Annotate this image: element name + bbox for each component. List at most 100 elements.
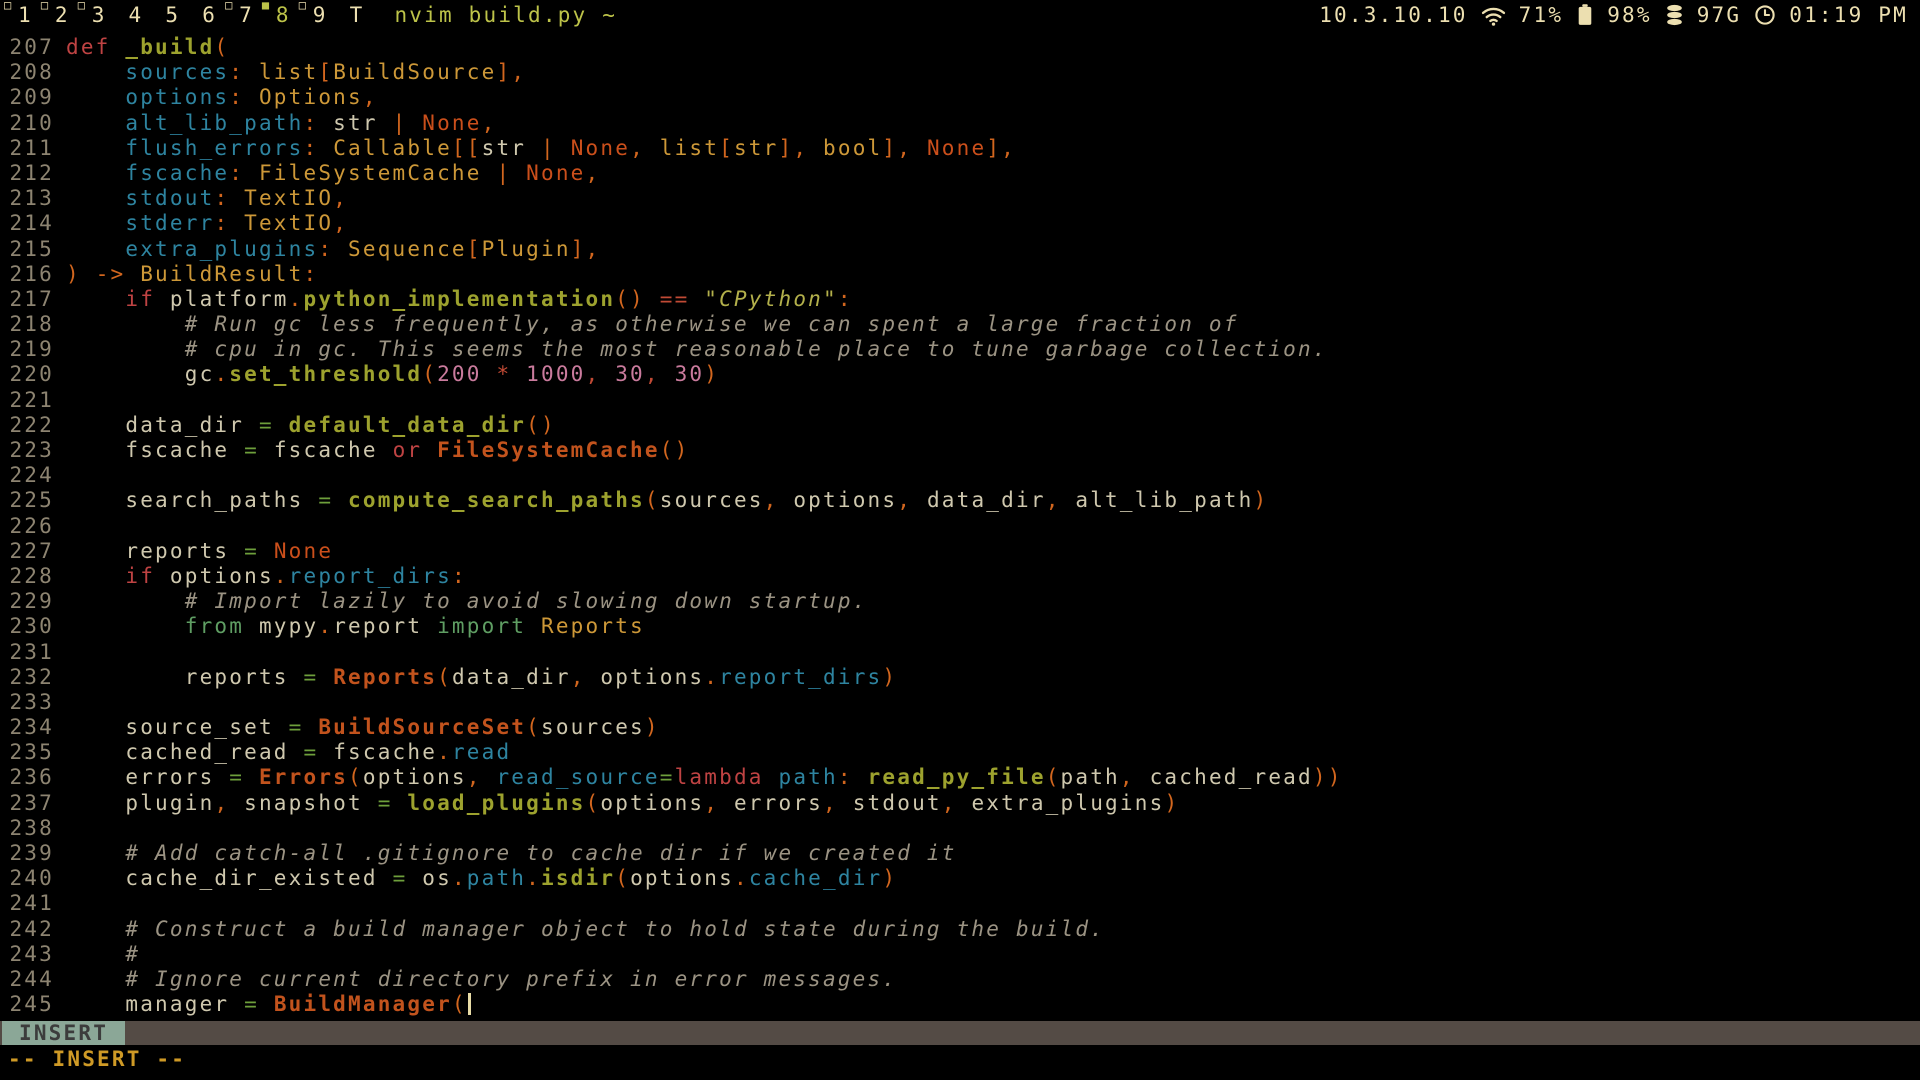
line-content: # Add catch-all .gitignore to cache dir … xyxy=(54,841,957,866)
line-content: # Run gc less frequently, as otherwise w… xyxy=(54,312,1239,337)
window-flag-icon: □ xyxy=(4,0,11,12)
line-number: 222 xyxy=(0,413,54,438)
line-content xyxy=(54,388,66,413)
line-number: 245 xyxy=(0,992,54,1017)
line-number: 243 xyxy=(0,942,54,967)
line-number: 236 xyxy=(0,765,54,790)
tmux-window-5[interactable]: 5 xyxy=(165,3,180,27)
status-time: 01:19 PM xyxy=(1789,3,1908,27)
line-content: source_set = BuildSourceSet(sources) xyxy=(54,715,660,740)
line-content: # Import lazily to avoid slowing down st… xyxy=(54,589,868,614)
line-number: 224 xyxy=(0,463,54,488)
line-content xyxy=(54,690,66,715)
code-line-245[interactable]: 245 manager = BuildManager( xyxy=(0,992,1920,1017)
code-line-214[interactable]: 214 stderr: TextIO, xyxy=(0,211,1920,236)
code-line-223[interactable]: 223 fscache = fscache or FileSystemCache… xyxy=(0,438,1920,463)
code-line-208[interactable]: 208 sources: list[BuildSource], xyxy=(0,60,1920,85)
code-line-241[interactable]: 241 xyxy=(0,891,1920,916)
line-content: reports = None xyxy=(54,539,333,564)
code-line-232[interactable]: 232 reports = Reports(data_dir, options.… xyxy=(0,665,1920,690)
code-line-215[interactable]: 215 extra_plugins: Sequence[Plugin], xyxy=(0,237,1920,262)
code-line-207[interactable]: 207def _build( xyxy=(0,35,1920,60)
code-line-233[interactable]: 233 xyxy=(0,690,1920,715)
window-flag-icon: □ xyxy=(41,0,48,12)
code-line-243[interactable]: 243 # xyxy=(0,942,1920,967)
line-number: 231 xyxy=(0,640,54,665)
tmux-window-4[interactable]: 4 xyxy=(129,3,144,27)
line-content: plugin, snapshot = load_plugins(options,… xyxy=(54,791,1179,816)
line-number: 240 xyxy=(0,866,54,891)
wifi-icon xyxy=(1481,4,1506,27)
code-line-219[interactable]: 219 # cpu in gc. This seems the most rea… xyxy=(0,337,1920,362)
disk-icon xyxy=(1665,4,1684,26)
line-number: 210 xyxy=(0,111,54,136)
code-line-231[interactable]: 231 xyxy=(0,640,1920,665)
line-number: 235 xyxy=(0,740,54,765)
code-line-228[interactable]: 228 if options.report_dirs: xyxy=(0,564,1920,589)
code-line-210[interactable]: 210 alt_lib_path: str | None, xyxy=(0,111,1920,136)
code-line-240[interactable]: 240 cache_dir_existed = os.path.isdir(op… xyxy=(0,866,1920,891)
tmux-window-2[interactable]: □2 xyxy=(55,3,70,27)
code-line-217[interactable]: 217 if platform.python_implementation() … xyxy=(0,287,1920,312)
code-line-221[interactable]: 221 xyxy=(0,388,1920,413)
tmux-window-6[interactable]: 6 xyxy=(202,3,217,27)
code-line-242[interactable]: 242 # Construct a build manager object t… xyxy=(0,917,1920,942)
terminal-screen: □1□2□3456□7■8□9T nvim build.py ~ 10.3.10… xyxy=(0,0,1920,1080)
battery-icon xyxy=(1576,4,1594,26)
tmux-window-1[interactable]: □1 xyxy=(18,3,33,27)
line-content: # xyxy=(54,942,140,967)
vim-statusline: INSERT xyxy=(0,1021,1920,1045)
line-number: 230 xyxy=(0,614,54,639)
tmux-window-7[interactable]: □7 xyxy=(239,3,254,27)
code-line-216[interactable]: 216) -> BuildResult: xyxy=(0,262,1920,287)
code-line-244[interactable]: 244 # Ignore current directory prefix in… xyxy=(0,967,1920,992)
status-disk-free: 97G xyxy=(1697,3,1742,27)
code-line-222[interactable]: 222 data_dir = default_data_dir() xyxy=(0,413,1920,438)
line-number: 212 xyxy=(0,161,54,186)
line-number: 242 xyxy=(0,917,54,942)
window-flag-icon: □ xyxy=(78,0,85,12)
line-number: 209 xyxy=(0,85,54,110)
code-line-225[interactable]: 225 search_paths = compute_search_paths(… xyxy=(0,488,1920,513)
code-line-211[interactable]: 211 flush_errors: Callable[[str | None, … xyxy=(0,136,1920,161)
line-content: cache_dir_existed = os.path.isdir(option… xyxy=(54,866,897,891)
code-line-212[interactable]: 212 fscache: FileSystemCache | None, xyxy=(0,161,1920,186)
editor-buffer[interactable]: 207def _build(208 sources: list[BuildSou… xyxy=(0,30,1920,1017)
line-content: gc.set_threshold(200 * 1000, 30, 30) xyxy=(54,362,719,387)
code-line-226[interactable]: 226 xyxy=(0,514,1920,539)
code-line-220[interactable]: 220 gc.set_threshold(200 * 1000, 30, 30) xyxy=(0,362,1920,387)
line-content: from mypy.report import Reports xyxy=(54,614,645,639)
code-line-227[interactable]: 227 reports = None xyxy=(0,539,1920,564)
line-content: reports = Reports(data_dir, options.repo… xyxy=(54,665,897,690)
line-content xyxy=(54,463,66,488)
code-line-237[interactable]: 237 plugin, snapshot = load_plugins(opti… xyxy=(0,791,1920,816)
code-line-230[interactable]: 230 from mypy.report import Reports xyxy=(0,614,1920,639)
code-line-213[interactable]: 213 stdout: TextIO, xyxy=(0,186,1920,211)
line-content: extra_plugins: Sequence[Plugin], xyxy=(54,237,600,262)
code-line-238[interactable]: 238 xyxy=(0,816,1920,841)
code-line-239[interactable]: 239 # Add catch-all .gitignore to cache … xyxy=(0,841,1920,866)
code-line-229[interactable]: 229 # Import lazily to avoid slowing dow… xyxy=(0,589,1920,614)
line-content: manager = BuildManager( xyxy=(54,992,471,1017)
code-line-235[interactable]: 235 cached_read = fscache.read xyxy=(0,740,1920,765)
line-content: if platform.python_implementation() == "… xyxy=(54,287,853,312)
line-number: 233 xyxy=(0,690,54,715)
tmux-window-T[interactable]: T xyxy=(350,3,365,27)
line-content: stdout: TextIO, xyxy=(54,186,348,211)
code-line-236[interactable]: 236 errors = Errors(options, read_source… xyxy=(0,765,1920,790)
status-wifi-percent: 71% xyxy=(1519,3,1564,27)
tmux-window-3[interactable]: □3 xyxy=(92,3,107,27)
code-line-234[interactable]: 234 source_set = BuildSourceSet(sources) xyxy=(0,715,1920,740)
line-number: 214 xyxy=(0,211,54,236)
clock-icon xyxy=(1754,4,1776,26)
code-line-209[interactable]: 209 options: Options, xyxy=(0,85,1920,110)
line-number: 239 xyxy=(0,841,54,866)
code-line-218[interactable]: 218 # Run gc less frequently, as otherwi… xyxy=(0,312,1920,337)
line-content: fscache: FileSystemCache | None, xyxy=(54,161,600,186)
code-line-224[interactable]: 224 xyxy=(0,463,1920,488)
tmux-window-8[interactable]: ■8 xyxy=(276,3,291,27)
line-content: data_dir = default_data_dir() xyxy=(54,413,556,438)
tmux-status-right: 10.3.10.1071%98%97G01:19 PM xyxy=(1319,3,1908,27)
tmux-window-9[interactable]: □9 xyxy=(313,3,328,27)
line-content: flush_errors: Callable[[str | None, list… xyxy=(54,136,1016,161)
